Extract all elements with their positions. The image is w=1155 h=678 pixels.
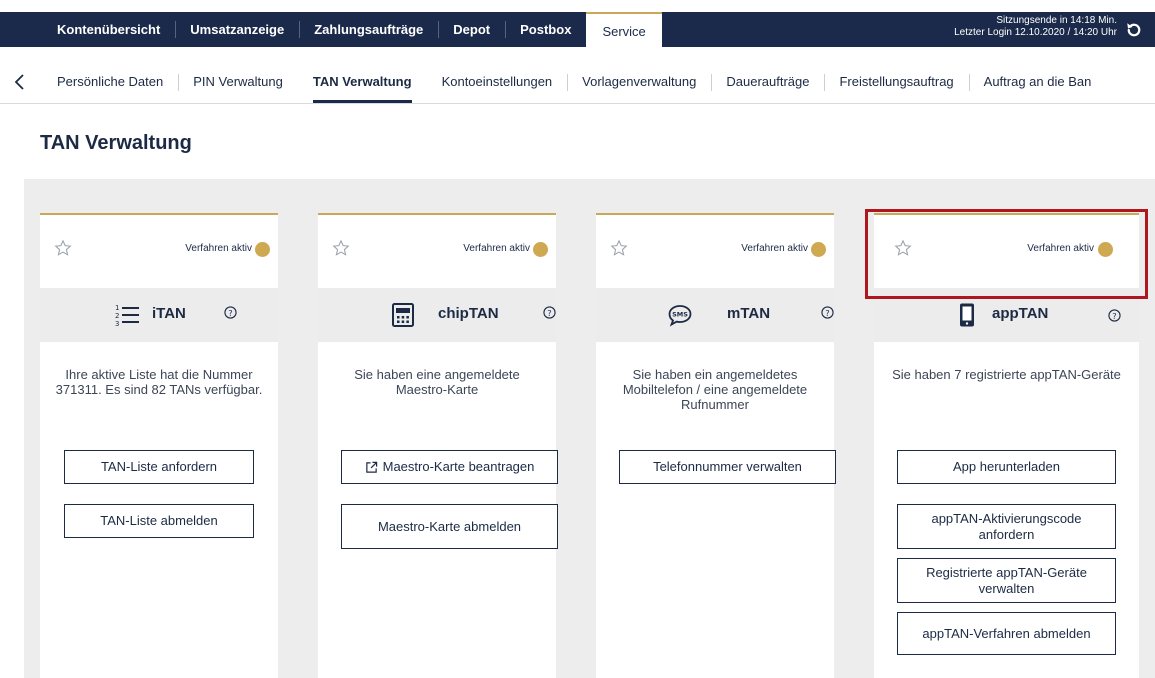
card-itan: Verfahren aktiv 1 2 3 iTAN ? Ihre aktive… xyxy=(40,213,278,678)
svg-text:?: ? xyxy=(825,308,829,318)
svg-text:?: ? xyxy=(228,308,232,318)
help-icon[interactable]: ? xyxy=(821,306,834,319)
subtab-auftrag-an-die-bank[interactable]: Auftrag an die Ban xyxy=(968,64,1107,100)
top-tab-depot[interactable]: Depot xyxy=(438,12,505,47)
top-tab-umsatzanzeige[interactable]: Umsatzanzeige xyxy=(175,12,299,47)
tan-liste-anfordern-button[interactable]: TAN-Liste anfordern xyxy=(64,450,254,484)
svg-text:?: ? xyxy=(1112,311,1116,321)
chevron-left-icon[interactable] xyxy=(10,72,30,92)
card-titlebar: SMS mTAN ? xyxy=(596,288,834,342)
list-numbered-icon: 1 2 3 xyxy=(115,304,139,328)
star-icon[interactable] xyxy=(332,239,350,257)
top-tab-service[interactable]: Service xyxy=(586,12,662,47)
sub-nav-tabs: Persönliche Daten PIN Verwaltung TAN Ver… xyxy=(42,64,1107,103)
subtab-freistellungsauftrag[interactable]: Freistellungsauftrag xyxy=(824,64,968,100)
page-title: TAN Verwaltung xyxy=(40,132,192,154)
method-name: chipTAN xyxy=(438,305,499,322)
svg-text:2: 2 xyxy=(115,312,119,320)
help-icon[interactable]: ? xyxy=(224,306,237,319)
registrierte-apptan-geraete-verwalten-button[interactable]: Registrierte appTAN-Geräte verwalten xyxy=(897,558,1116,603)
svg-text:?: ? xyxy=(547,308,551,318)
session-timeout: Sitzungsende in 14:18 Min. xyxy=(996,15,1117,26)
help-icon[interactable]: ? xyxy=(543,306,556,319)
card-mtan: Verfahren aktiv SMS mTAN ? Sie haben ein… xyxy=(596,213,836,678)
card-titlebar: 1 2 3 iTAN ? xyxy=(40,288,278,342)
status-dot xyxy=(255,242,270,257)
card-description: Sie haben ein angemeldetes Mobiltelefon … xyxy=(622,367,808,412)
highlight-box xyxy=(865,209,1148,299)
sub-navigation: Persönliche Daten PIN Verwaltung TAN Ver… xyxy=(0,64,1155,104)
method-name: iTAN xyxy=(152,305,186,322)
refresh-icon[interactable] xyxy=(1125,21,1143,39)
top-nav-tabs: Kontenübersicht Umsatzanzeige Zahlungsau… xyxy=(42,12,662,47)
subtab-kontoeinstellungen[interactable]: Kontoeinstellungen xyxy=(427,64,568,100)
status-label: Verfahren aktiv xyxy=(185,243,252,254)
app-herunterladen-button[interactable]: App herunterladen xyxy=(897,450,1116,484)
card-chiptan: Verfahren aktiv chipTAN ? Sie haben eine… xyxy=(318,213,558,678)
external-link-icon xyxy=(365,461,377,473)
svg-text:1: 1 xyxy=(115,304,119,312)
telefonnummer-verwalten-button[interactable]: Telefonnummer verwalten xyxy=(619,450,836,484)
top-navigation: Kontenübersicht Umsatzanzeige Zahlungsau… xyxy=(0,0,1155,47)
apptan-verfahren-abmelden-button[interactable]: appTAN-Verfahren abmelden xyxy=(897,612,1116,655)
card-description: Ihre aktive Liste hat die Nummer 371311.… xyxy=(55,367,263,397)
top-tab-zahlungsauftraege[interactable]: Zahlungsaufträge xyxy=(299,12,438,47)
subtab-persoenliche-daten[interactable]: Persönliche Daten xyxy=(42,64,178,100)
subtab-pin-verwaltung[interactable]: PIN Verwaltung xyxy=(178,64,298,100)
last-login: Letzter Login 12.10.2020 / 14:20 Uhr xyxy=(954,27,1117,38)
top-tab-kontenuebersicht[interactable]: Kontenübersicht xyxy=(42,12,175,47)
svg-text:SMS: SMS xyxy=(672,311,688,319)
subtab-vorlagenverwaltung[interactable]: Vorlagenverwaltung xyxy=(567,64,711,100)
button-label: Maestro-Karte beantragen xyxy=(382,459,535,474)
tan-liste-abmelden-button[interactable]: TAN-Liste abmelden xyxy=(64,504,254,538)
maestro-karte-abmelden-button[interactable]: Maestro-Karte abmelden xyxy=(341,504,558,549)
apptan-aktivierungscode-anfordern-button[interactable]: appTAN-Aktivierungscode anfordern xyxy=(897,504,1116,549)
status-label: Verfahren aktiv xyxy=(741,243,808,254)
star-icon[interactable] xyxy=(54,239,72,257)
help-icon[interactable]: ? xyxy=(1108,309,1121,322)
subtab-tan-verwaltung[interactable]: TAN Verwaltung xyxy=(298,64,427,103)
status-dot xyxy=(533,242,548,257)
method-name: mTAN xyxy=(727,305,771,322)
card-titlebar: chipTAN ? xyxy=(318,288,556,342)
subtab-dauerauftraege[interactable]: Daueraufträge xyxy=(711,64,824,100)
method-name: appTAN xyxy=(992,305,1049,322)
top-tab-postbox[interactable]: Postbox xyxy=(505,12,586,47)
smartphone-icon xyxy=(960,303,974,327)
card-header: Verfahren aktiv xyxy=(318,215,556,288)
sms-bubble-icon: SMS xyxy=(668,305,692,327)
card-header: Verfahren aktiv xyxy=(40,215,278,288)
svg-text:3: 3 xyxy=(115,320,119,328)
card-description: Sie haben eine angemeldete Maestro-Karte xyxy=(354,367,520,397)
card-header: Verfahren aktiv xyxy=(596,215,834,288)
card-description: Sie haben 7 registrierte appTAN-Geräte xyxy=(892,367,1121,382)
status-label: Verfahren aktiv xyxy=(463,243,530,254)
status-dot xyxy=(811,242,826,257)
maestro-karte-beantragen-button[interactable]: Maestro-Karte beantragen xyxy=(341,450,558,484)
session-info: Sitzungsende in 14:18 Min. Letzter Login… xyxy=(954,15,1117,39)
star-icon[interactable] xyxy=(610,239,628,257)
calculator-icon xyxy=(392,303,414,327)
